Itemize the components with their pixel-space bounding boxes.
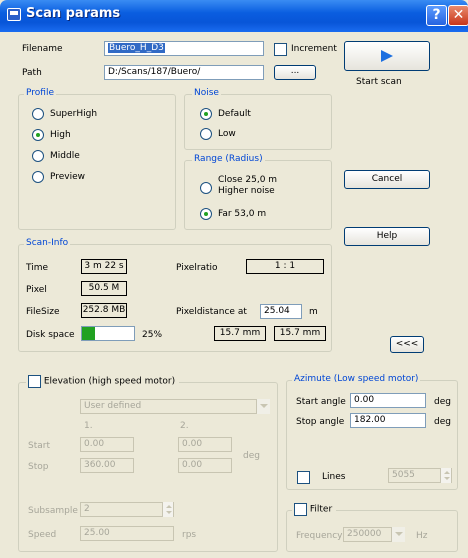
elevation-checkbox[interactable] [28, 375, 41, 388]
profile-superhigh-label: SuperHigh [50, 109, 98, 119]
range-close-radio[interactable] [200, 182, 212, 194]
azimuth-start-unit: deg [434, 397, 451, 407]
azimuth-start-input[interactable]: 0.00 [350, 393, 426, 408]
elevation-col1: 1. [84, 421, 93, 431]
pixelratio-label: Pixelratio [176, 263, 218, 273]
diskspace-bar-fill [82, 327, 95, 340]
frequency-unit: Hz [416, 531, 428, 541]
window-title: Scan params [26, 6, 121, 21]
filename-label: Filename [22, 44, 63, 54]
azimuth-stop-unit: deg [434, 417, 451, 427]
azimuth-start-label: Start angle [296, 397, 346, 407]
collapse-button[interactable]: <<< [390, 336, 424, 353]
frequency-label: Frequency [296, 531, 343, 541]
filesize-value: 252.8 MB [81, 303, 127, 318]
play-icon [381, 50, 393, 62]
elevation-header: Elevation (high speed motor) [26, 375, 180, 388]
profile-high-radio[interactable] [32, 129, 44, 141]
noise-low-label: Low [218, 129, 236, 139]
range-far-radio[interactable] [200, 208, 212, 220]
time-label: Time [26, 263, 49, 273]
distance-a-value: 15.7 mm [214, 326, 266, 341]
elevation-stop1-input[interactable]: 360.00 [80, 458, 134, 473]
filter-checkbox[interactable] [294, 503, 307, 516]
lines-spinner[interactable] [440, 468, 451, 483]
lines-label: Lines [322, 472, 346, 482]
browse-button[interactable]: ... [274, 65, 316, 80]
filename-input[interactable]: Buero_H_D3 [104, 41, 264, 56]
elevation-start-label: Start [28, 441, 50, 451]
chevron-down-icon [256, 399, 270, 414]
speed-unit: rps [182, 530, 197, 540]
azimuth-stop-input[interactable]: 182.00 [350, 413, 426, 428]
filter-header: Filter [292, 503, 337, 516]
elevation-stop2-input[interactable]: 0.00 [178, 458, 232, 473]
filter-label: Filter [309, 504, 333, 515]
time-value: 3 m 22 s [81, 259, 127, 274]
profile-middle-radio[interactable] [32, 150, 44, 162]
filename-value: Buero_H_D3 [108, 43, 165, 53]
pixelratio-value: 1 : 1 [246, 259, 324, 274]
azimuth-legend: Azimute (Low speed motor) [292, 374, 421, 384]
profile-legend: Profile [24, 88, 56, 98]
distance-b-value: 15.7 mm [274, 326, 326, 341]
range-far-label: Far 53,0 m [218, 209, 267, 219]
elevation-unit: deg [243, 451, 260, 461]
speed-label: Speed [28, 530, 57, 540]
subsample-label: Subsample [28, 506, 78, 516]
noise-group [184, 94, 332, 150]
scan-info-legend: Scan-Info [24, 238, 71, 248]
noise-legend: Noise [192, 88, 221, 98]
range-close-label: Close 25,0 m [218, 175, 278, 185]
path-label: Path [22, 68, 42, 78]
noise-default-radio[interactable] [200, 108, 212, 120]
elevation-start2-input[interactable]: 0.00 [178, 437, 232, 452]
elevation-start1-input[interactable]: 0.00 [80, 437, 134, 452]
range-close-sublabel: Higher noise [218, 186, 275, 196]
elevation-mode-select[interactable]: User defined [80, 399, 270, 414]
cancel-button[interactable]: Cancel [344, 170, 430, 189]
start-scan-label: Start scan [356, 77, 402, 87]
diskspace-bar [81, 326, 135, 341]
diskspace-label: Disk space [26, 330, 75, 340]
range-legend: Range (Radius) [192, 154, 265, 164]
profile-middle-label: Middle [50, 151, 80, 161]
profile-preview-radio[interactable] [32, 171, 44, 183]
diskspace-percent: 25% [142, 330, 163, 340]
path-input[interactable]: D:/Scans/187/Buero/ [104, 65, 264, 80]
lines-checkbox[interactable] [297, 471, 310, 484]
subsample-spinner[interactable] [162, 502, 173, 517]
elevation-stop-label: Stop [28, 462, 49, 472]
azimuth-stop-label: Stop angle [296, 417, 345, 427]
pixel-value: 50.5 M [81, 281, 127, 296]
help-button[interactable]: Help [344, 227, 430, 246]
help-question-icon[interactable]: ? [426, 5, 447, 26]
profile-high-label: High [50, 130, 71, 140]
app-icon [7, 8, 21, 21]
increment-checkbox[interactable] [274, 43, 287, 56]
pixeldistance-unit: m [309, 307, 318, 317]
close-icon[interactable]: ✕ [448, 5, 468, 26]
profile-superhigh-radio[interactable] [32, 108, 44, 120]
profile-preview-label: Preview [50, 172, 86, 182]
filesize-label: FileSize [26, 307, 60, 317]
frequency-chevron-down-icon [391, 527, 405, 542]
pixeldistance-input[interactable]: 25.04 [260, 304, 302, 319]
pixeldistance-label: Pixeldistance at [176, 307, 247, 317]
speed-input[interactable]: 25.00 [80, 526, 174, 541]
elevation-col2: 2. [180, 421, 189, 431]
noise-default-label: Default [218, 109, 251, 119]
title-bar: Scan params ? ✕ [0, 0, 468, 32]
increment-label: Increment [291, 44, 337, 54]
pixel-label: Pixel [26, 285, 47, 295]
subsample-input[interactable]: 2 [80, 502, 174, 517]
start-scan-button[interactable] [344, 41, 430, 71]
noise-low-radio[interactable] [200, 128, 212, 140]
elevation-label: Elevation (high speed motor) [43, 376, 176, 387]
